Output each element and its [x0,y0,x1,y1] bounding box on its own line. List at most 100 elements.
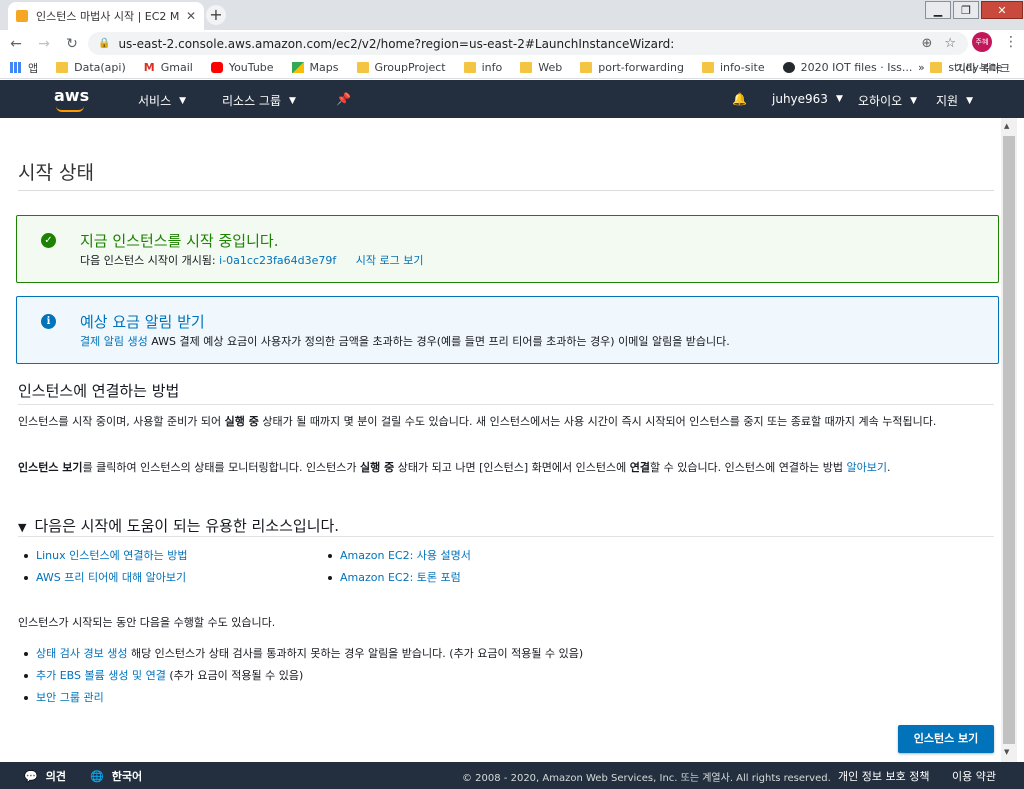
scroll-up-icon[interactable]: ▲ [1004,122,1009,130]
tab-title: 인스턴스 마법사 시작 | EC2 Ma [36,10,180,23]
bookmark-web[interactable]: Web [520,61,562,74]
chevron-down-icon: ▼ [179,95,187,106]
tab-close-icon[interactable]: ✕ [186,9,196,23]
region-menu[interactable]: 오하이오 ▼ [858,92,917,109]
folder-icon [356,62,369,73]
close-window-icon[interactable]: ✕ [981,1,1023,19]
connect-paragraph-2: 인스턴스 보기를 클릭하여 인스턴스의 상태를 모니터링합니다. 인스턴스가 실… [18,461,891,474]
bookmark-data-api[interactable]: Data(api) [56,61,126,74]
section-divider [18,404,994,405]
globe-icon: 🌐 [90,769,104,783]
instance-id-link[interactable]: i-0a1cc23fa64d3e79f [219,254,336,267]
chevron-down-icon: ▼ [910,95,918,106]
info-heading: 예상 요금 알림 받기 [80,313,205,331]
aws-favicon-icon [16,10,28,22]
forward-icon[interactable]: → [32,36,56,52]
resources-heading[interactable]: ▼ 다음은 시작에 도움이 되는 유용한 리소스입니다. [18,515,339,536]
create-status-alarm-link[interactable]: 상태 검사 경보 생성 [36,647,127,660]
list-item: 상태 검사 경보 생성 해당 인스턴스가 상태 검사를 통과하지 못하는 경우 … [20,643,583,665]
browser-tab[interactable]: 인스턴스 마법사 시작 | EC2 Ma ✕ [8,2,204,30]
minimize-icon[interactable]: ▁ [925,1,951,19]
scroll-down-icon[interactable]: ▼ [1004,748,1009,756]
title-divider [18,190,994,191]
success-heading: 지금 인스턴스를 시작 중입니다. [80,232,279,250]
bell-icon[interactable]: 🔔 [732,92,747,106]
create-billing-alert-link[interactable]: 결제 알림 생성 [80,335,148,348]
bookmark-info[interactable]: info [463,61,502,74]
list-item: 보안 그룹 관리 [20,687,583,709]
list-item: Amazon EC2: 토론 포럼 [324,567,471,589]
maps-icon [291,62,304,73]
bookmark-gmail[interactable]: M Gmail [144,61,193,74]
bookmark-maps[interactable]: Maps [291,61,339,74]
list-item: 추가 EBS 볼륨 생성 및 연결 (추가 요금이 적용될 수 있음) [20,665,583,687]
bookmark-iot-files[interactable]: 2020 IOT files · Iss... [782,61,912,74]
folder-icon [580,62,593,73]
resources-right-list: Amazon EC2: 사용 설명서 Amazon EC2: 토론 포럼 [324,545,471,589]
aws-footer: 💬 의견 🌐 한국어 © 2008 - 2020, Amazon Web Servi… [0,762,1024,789]
page-title: 시작 상태 [18,162,94,184]
folder-icon [930,62,943,73]
other-bookmarks[interactable]: 기타 북마크 [956,60,1010,76]
bookmark-star-icon[interactable]: ☆ [944,36,956,51]
scrollbar-thumb[interactable] [1003,136,1015,744]
feedback-button[interactable]: 💬 의견 [24,768,66,784]
terms-link[interactable]: 이용 약관 [952,768,996,784]
language-selector[interactable]: 🌐 한국어 [90,768,142,784]
bookmark-info-site[interactable]: info-site [701,61,765,74]
speech-bubble-icon: 💬 [24,769,38,783]
bookmarks-bar: 앱 Data(api) M Gmail YouTube Maps GroupPro… [0,57,1024,79]
bookmarks-overflow-icon[interactable]: » [918,61,925,74]
youtube-icon [210,62,223,73]
folder-icon [701,62,714,73]
check-circle-icon: ✓ [41,233,56,248]
bookmark-groupproject[interactable]: GroupProject [356,61,446,74]
connect-paragraph-1: 인스턴스를 시작 중이며, 사용할 준비가 되어 실행 중 상태가 될 때까지 … [18,415,937,428]
ec2-forum-link[interactable]: Amazon EC2: 토론 포럼 [340,571,461,584]
account-menu[interactable]: juhye963 ▼ [772,92,843,106]
profile-avatar[interactable]: 주혜 [972,32,992,52]
bookmark-youtube[interactable]: YouTube [210,61,274,74]
folder-icon [56,62,69,73]
chevron-down-icon: ▼ [289,95,296,106]
linux-connect-link[interactable]: Linux 인스턴스에 연결하는 방법 [36,549,187,562]
zoom-icon[interactable]: ⊕ [921,36,932,51]
back-icon[interactable]: ← [4,36,28,52]
todo-intro: 인스턴스가 시작되는 동안 다음을 수행할 수도 있습니다. [18,616,276,629]
ec2-user-guide-link[interactable]: Amazon EC2: 사용 설명서 [340,549,471,562]
lock-icon[interactable]: 🔒 [98,38,110,49]
privacy-policy-link[interactable]: 개인 정보 보호 정책 [838,768,929,784]
caret-down-icon: ▼ [18,521,27,534]
aws-smile-icon [56,106,84,112]
section-divider [18,536,994,537]
manage-security-groups-link[interactable]: 보안 그룹 관리 [36,691,104,704]
browser-menu-icon[interactable]: ⋮ [1004,34,1018,50]
view-launch-log-link[interactable]: 시작 로그 보기 [356,254,424,267]
browser-titlebar: 인스턴스 마법사 시작 | EC2 Ma ✕ + ▁ ❐ ✕ [0,0,1024,30]
connect-heading: 인스턴스에 연결하는 방법 [18,382,180,400]
pin-icon[interactable]: 📌 [336,92,351,106]
maximize-icon[interactable]: ❐ [953,1,979,19]
copyright-text: © 2008 - 2020, Amazon Web Services, Inc.… [462,773,831,784]
list-item: Amazon EC2: 사용 설명서 [324,545,471,567]
services-menu[interactable]: 서비스 ▼ [138,92,186,109]
url-text[interactable]: us-east-2.console.aws.amazon.com/ec2/v2/… [118,37,921,51]
window-controls: ▁ ❐ ✕ [924,0,1024,20]
support-menu[interactable]: 지원 ▼ [936,92,973,109]
reload-icon[interactable]: ↻ [60,36,84,52]
view-instances-button[interactable]: 인스턴스 보기 [898,725,994,753]
folder-icon [520,62,533,73]
resource-groups-menu[interactable]: 리소스 그룹 ▼ [222,92,296,109]
billing-info-alert: i 예상 요금 알림 받기 결제 알림 생성 AWS 결제 예상 요금이 사용자… [16,296,999,364]
free-tier-link[interactable]: AWS 프리 티어에 대해 알아보기 [36,571,186,584]
chevron-down-icon: ▼ [966,95,974,106]
aws-logo[interactable]: aws [54,86,89,112]
learn-more-link[interactable]: 알아보기 [846,461,886,474]
bookmark-apps[interactable]: 앱 [10,60,38,76]
new-tab-button[interactable]: + [206,5,226,25]
info-body: 결제 알림 생성 AWS 결제 예상 요금이 사용자가 정의한 금액을 초과하는… [80,335,730,348]
address-bar[interactable]: 🔒 us-east-2.console.aws.amazon.com/ec2/v… [88,32,968,55]
create-ebs-volume-link[interactable]: 추가 EBS 볼륨 생성 및 연결 [36,669,166,682]
browser-toolbar: ← → ↻ 🔒 us-east-2.console.aws.amazon.com… [0,30,1024,57]
bookmark-port-forwarding[interactable]: port-forwarding [580,61,684,74]
